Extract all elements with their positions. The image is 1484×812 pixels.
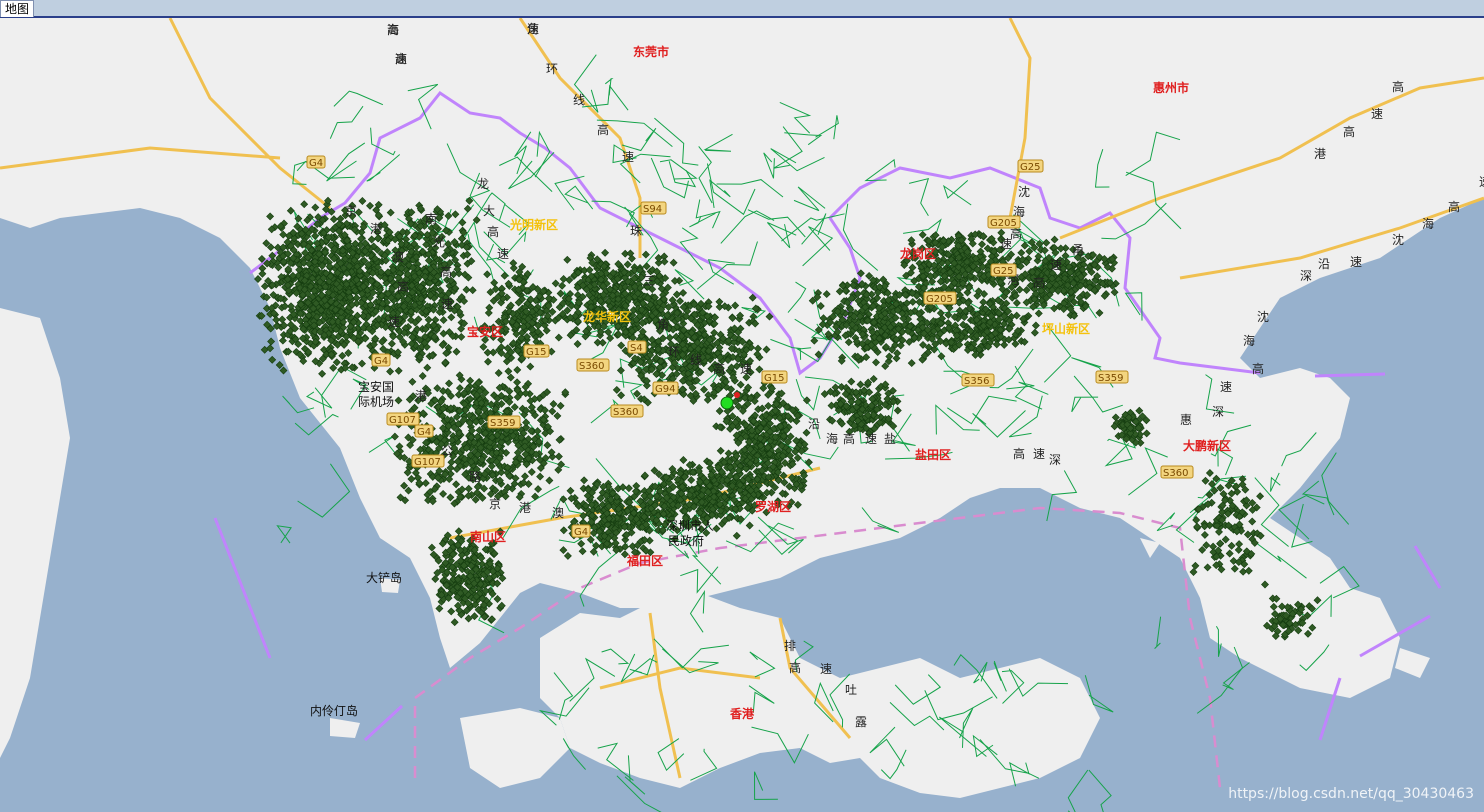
- tab-bar: 地图: [0, 0, 1484, 18]
- map-svg[interactable]: 东莞市 惠州市 香港 龙岗区 宝安区 盐田区 大鹏新区 罗湖区 南山区 福田区 …: [0, 18, 1484, 812]
- map-canvas[interactable]: 东莞市 惠州市 香港 龙岗区 宝安区 盐田区 大鹏新区 罗湖区 南山区 福田区 …: [0, 18, 1484, 812]
- tab-map[interactable]: 地图: [0, 0, 35, 17]
- sea-boundary-3: [1314, 372, 1386, 378]
